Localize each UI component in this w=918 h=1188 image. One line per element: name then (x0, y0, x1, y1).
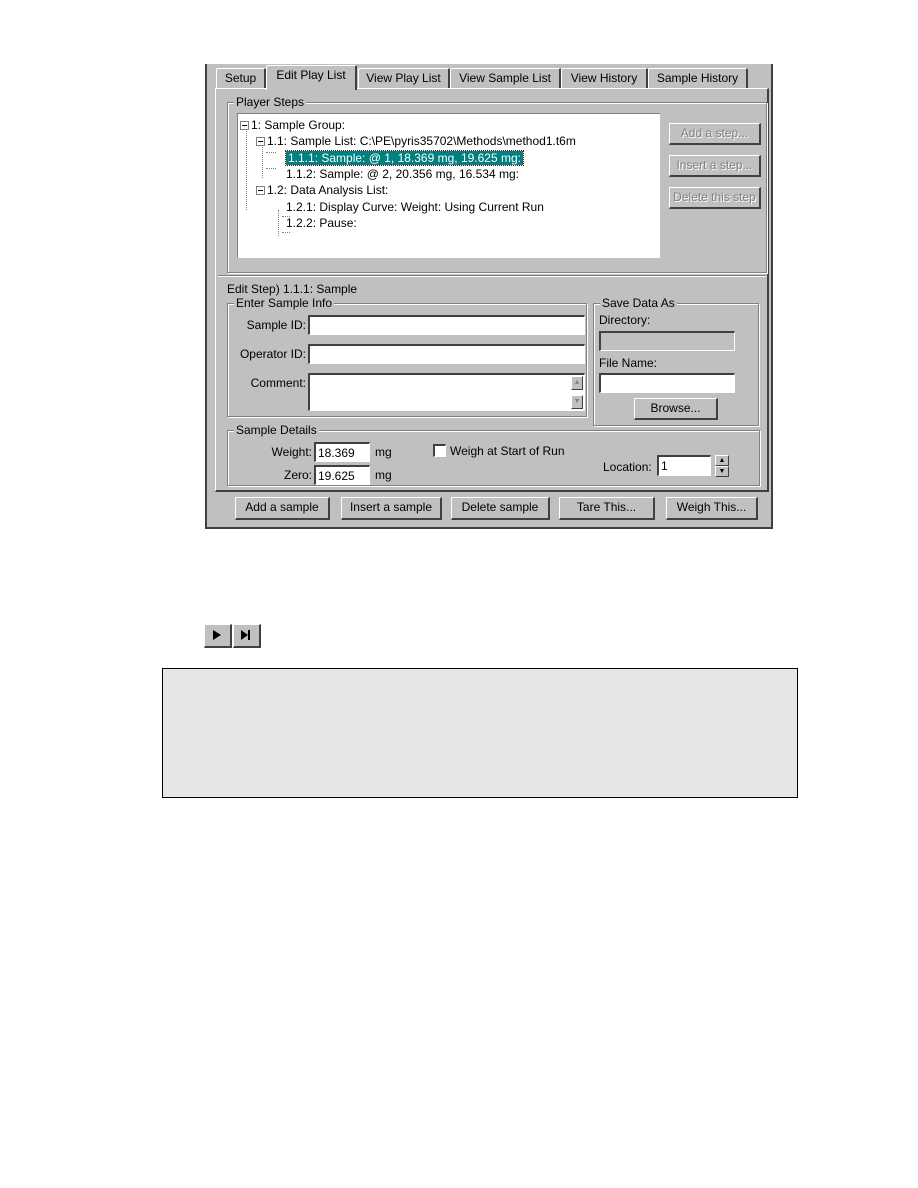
zero-unit: mg (375, 468, 392, 482)
tree-node-sample-list[interactable]: 1.1: Sample List: C:\PE\pyris35702\Metho… (256, 133, 576, 149)
comment-textarea[interactable]: ▲ ▼ (308, 373, 585, 411)
comment-label: Comment: (250, 376, 306, 390)
dialog-window: Setup Edit Play List View Play List View… (205, 64, 773, 529)
tree-node-pause[interactable]: 1.2.2: Pause: (286, 215, 357, 231)
directory-input (599, 331, 735, 351)
tree-line (266, 152, 276, 153)
play-icon (213, 630, 221, 640)
edit-step-label: Edit Step) 1.1.1: Sample (227, 282, 358, 296)
tree-line (246, 128, 247, 210)
player-steps-title: Player Steps (234, 95, 307, 109)
sample-info-group: Enter Sample Info Sample ID: Operator ID… (227, 296, 587, 417)
weight-input[interactable] (314, 442, 370, 462)
tree-line (278, 210, 279, 236)
scroll-down-icon[interactable]: ▼ (571, 395, 583, 409)
tab-sample-history[interactable]: Sample History (648, 68, 748, 88)
sample-details-group: Sample Details Weight: mg Zero: mg Weigh… (227, 423, 760, 486)
add-sample-button[interactable]: Add a sample (235, 497, 330, 520)
weigh-at-start-checkbox[interactable] (433, 444, 446, 457)
step-forward-icon (241, 630, 250, 640)
tab-edit-play-list[interactable]: Edit Play List (266, 65, 357, 90)
tree-node-sample-group[interactable]: 1: Sample Group: (240, 117, 345, 133)
collapse-icon[interactable] (240, 121, 249, 131)
play-button[interactable] (204, 624, 232, 648)
note-box (162, 668, 798, 798)
player-steps-tree[interactable]: 1: Sample Group: 1.1: Sample List: C:\PE… (237, 113, 660, 258)
tree-line (266, 168, 276, 169)
zero-input[interactable] (314, 465, 370, 485)
tree-line (262, 144, 263, 178)
weigh-this-button[interactable]: Weigh This... (666, 497, 758, 520)
spin-down-icon[interactable]: ▼ (715, 466, 729, 477)
operator-id-label: Operator ID: (239, 347, 306, 361)
tree-line (282, 232, 290, 233)
tab-view-history[interactable]: View History (561, 68, 648, 88)
delete-step-button[interactable]: Delete this step (669, 187, 761, 209)
save-data-title: Save Data As (600, 296, 677, 310)
sample-info-title: Enter Sample Info (234, 296, 335, 310)
weigh-at-start-label: Weigh at Start of Run (450, 444, 565, 458)
location-label: Location: (603, 460, 652, 474)
sample-details-title: Sample Details (234, 423, 319, 437)
weight-label: Weight: (271, 445, 312, 459)
save-data-group: Save Data As Directory: File Name: Brows… (593, 296, 759, 426)
tree-node-display-curve[interactable]: 1.2.1: Display Curve: Weight: Using Curr… (286, 199, 544, 215)
tab-setup[interactable]: Setup (216, 68, 266, 88)
sample-id-input[interactable] (308, 315, 585, 335)
player-steps-group: Player Steps 1: Sample Group: 1.1: Sampl… (227, 95, 767, 273)
separator (218, 275, 766, 277)
add-step-button[interactable]: Add a step... (669, 123, 761, 145)
file-name-input[interactable] (599, 373, 735, 393)
tab-view-sample-list[interactable]: View Sample List (450, 68, 561, 88)
delete-sample-button[interactable]: Delete sample (451, 497, 550, 520)
zero-label: Zero: (283, 468, 312, 482)
insert-step-button[interactable]: Insert a step... (669, 155, 761, 177)
weight-unit: mg (375, 445, 392, 459)
tab-panel-edit-play-list: Player Steps 1: Sample Group: 1.1: Sampl… (215, 88, 769, 492)
tare-this-button[interactable]: Tare This... (559, 497, 655, 520)
browse-button[interactable]: Browse... (634, 398, 718, 420)
tree-node-data-analysis-list[interactable]: 1.2: Data Analysis List: (256, 182, 388, 198)
step-forward-button[interactable] (233, 624, 261, 648)
location-input[interactable] (657, 455, 711, 476)
tree-node-sample-2[interactable]: 1.1.2: Sample: @ 2, 20.356 mg, 16.534 mg… (286, 166, 519, 182)
spin-up-icon[interactable]: ▲ (715, 455, 729, 466)
scroll-up-icon[interactable]: ▲ (571, 376, 583, 390)
tab-view-play-list[interactable]: View Play List (358, 68, 450, 88)
directory-label: Directory: (599, 313, 651, 327)
file-name-label: File Name: (599, 356, 658, 370)
tree-node-sample-1[interactable]: 1.1.1: Sample: @ 1, 18.369 mg, 19.625 mg… (285, 150, 524, 166)
operator-id-input[interactable] (308, 344, 585, 364)
sample-id-label: Sample ID: (246, 318, 306, 332)
collapse-icon[interactable] (256, 186, 265, 196)
collapse-icon[interactable] (256, 137, 265, 147)
insert-sample-button[interactable]: Insert a sample (341, 497, 442, 520)
